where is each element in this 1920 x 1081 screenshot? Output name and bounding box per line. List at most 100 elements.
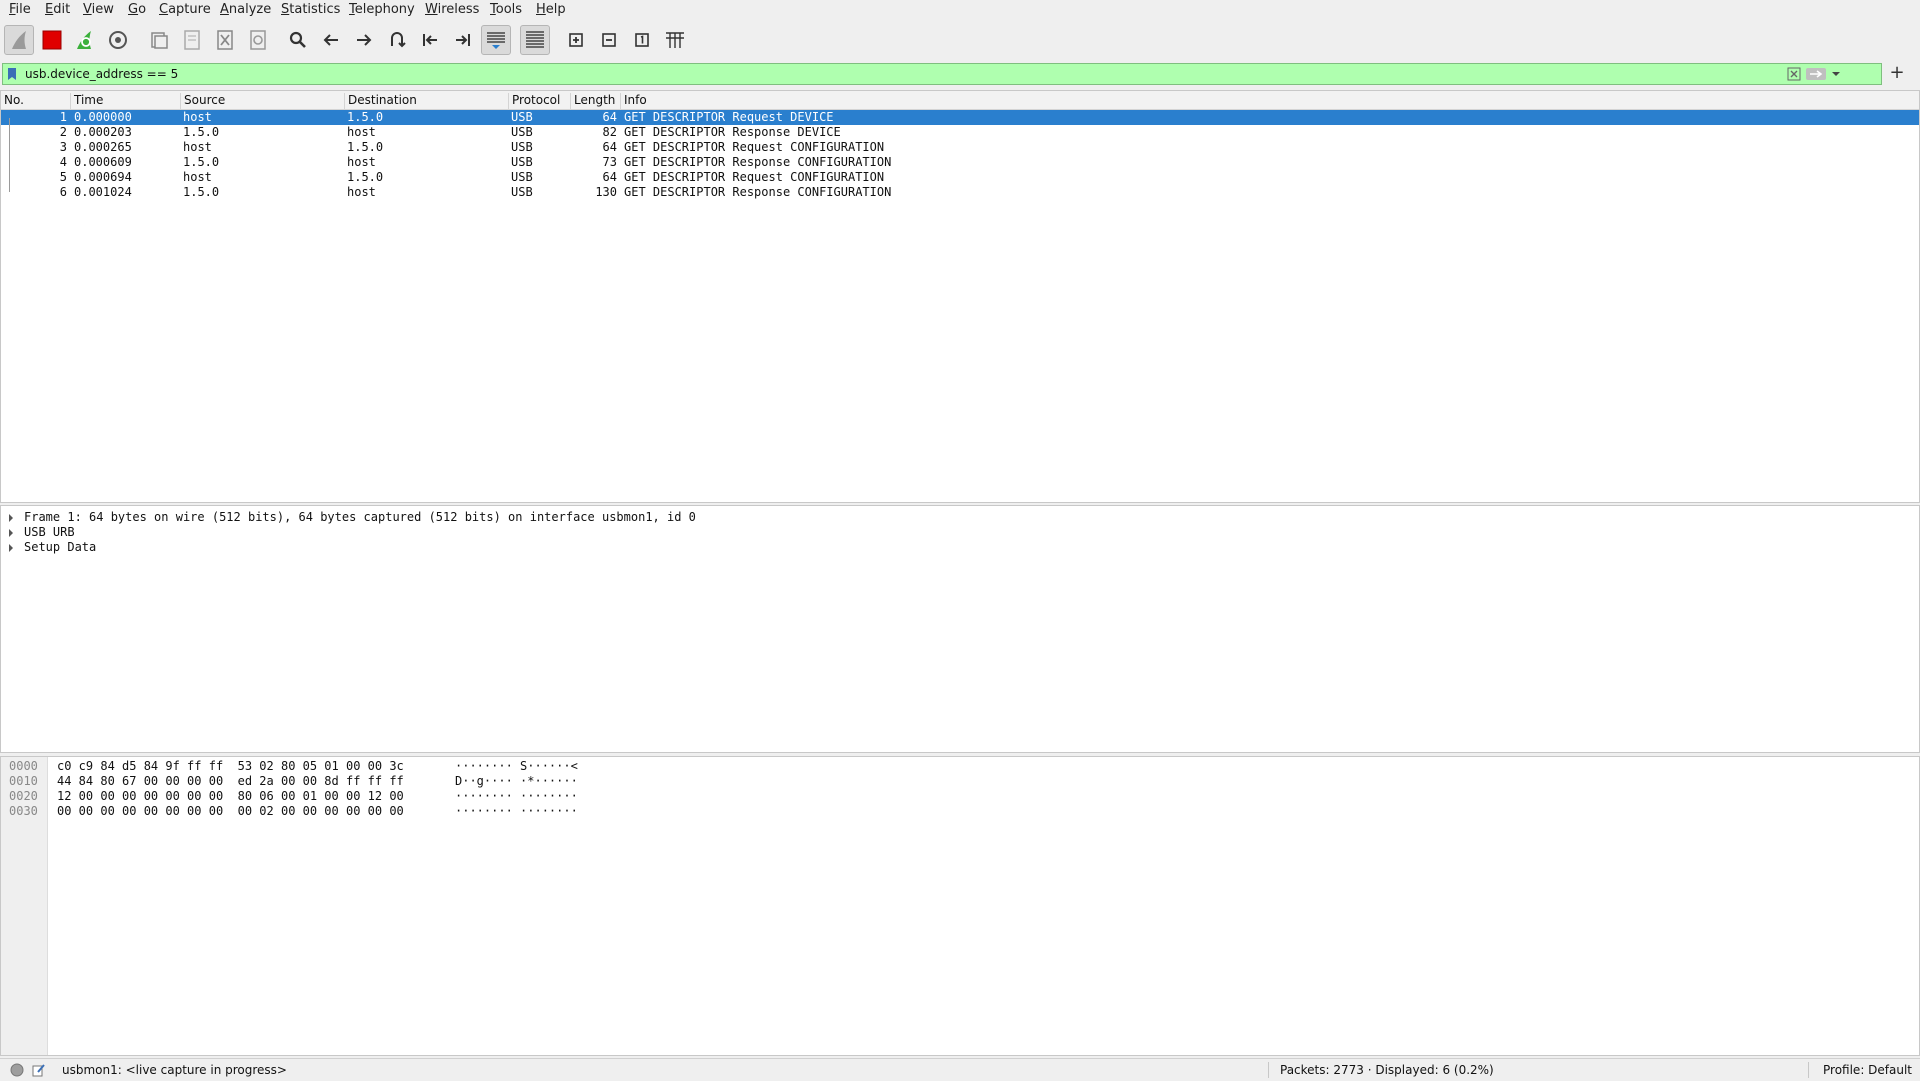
zoom-in-button[interactable] bbox=[561, 25, 591, 55]
apply-filter-icon[interactable] bbox=[1805, 67, 1827, 81]
reload-file-button[interactable] bbox=[243, 25, 273, 55]
column-header-length[interactable]: Length bbox=[571, 93, 621, 109]
stop-capture-icon bbox=[42, 30, 62, 50]
packet-cell-dst: host bbox=[347, 155, 376, 169]
auto-scroll-icon bbox=[487, 32, 505, 49]
packet-cell-dst: 1.5.0 bbox=[347, 170, 384, 184]
open-file-button[interactable] bbox=[144, 25, 174, 55]
detail-frame[interactable]: Frame 1: 64 bytes on wire (512 bits), 64… bbox=[1, 510, 1919, 525]
expert-info-icon[interactable] bbox=[10, 1063, 24, 1077]
column-header-time[interactable]: Time bbox=[71, 93, 181, 109]
go-forward-button[interactable] bbox=[349, 25, 379, 55]
filter-history-dropdown-icon[interactable] bbox=[1831, 67, 1841, 81]
menu-analyze[interactable]: Analyze bbox=[220, 2, 271, 17]
packet-row[interactable]: 2 0.000203 1.5.0 host USB 82 GET DESCRIPTOR Re… bbox=[1, 125, 1919, 140]
zoom-out-button[interactable] bbox=[594, 25, 624, 55]
display-filter-input[interactable]: usb.device_address == 5 bbox=[25, 67, 178, 81]
display-filter-bar[interactable]: usb.device_address == 5 bbox=[2, 63, 1882, 85]
packet-row[interactable]: 4 0.000609 1.5.0 host USB 73 GET DESCRIPTOR Re… bbox=[1, 155, 1919, 170]
bytes-hex[interactable]: c0 c9 84 d5 84 9f ff ff 53 02 80 05 01 0… bbox=[57, 759, 404, 774]
menu-tools[interactable]: Tools bbox=[490, 2, 522, 17]
clear-filter-icon[interactable] bbox=[1787, 67, 1801, 81]
bytes-ascii[interactable]: ········ ········ bbox=[455, 789, 578, 804]
packet-cell-time: 0.000609 bbox=[74, 155, 132, 169]
bytes-hex[interactable]: 44 84 80 67 00 00 00 00 ed 2a 00 00 8d f… bbox=[57, 774, 404, 789]
bytes-ascii[interactable]: ········ ········ bbox=[455, 804, 578, 819]
packet-row[interactable]: 3 0.000265 host 1.5.0 USB 64 GET DESCRIPTOR Re… bbox=[1, 140, 1919, 155]
packet-cell-src: host bbox=[183, 140, 212, 154]
packet-row[interactable]: 1 0.000000 host 1.5.0 USB 64 GET DESCRIPTOR Re… bbox=[1, 110, 1919, 125]
packet-cell-no: 4 bbox=[59, 155, 67, 169]
go-back-button[interactable] bbox=[316, 25, 346, 55]
add-filter-button-icon[interactable]: + bbox=[1886, 62, 1908, 84]
resize-columns-icon bbox=[666, 32, 684, 48]
packet-cell-time: 0.000203 bbox=[74, 125, 132, 139]
zoom-in-icon bbox=[569, 33, 583, 47]
status-separator bbox=[1808, 1062, 1809, 1078]
packet-row[interactable]: 5 0.000694 host 1.5.0 USB 64 GET DESCRIPTOR Re… bbox=[1, 170, 1919, 185]
bytes-ascii[interactable]: ········ S······< bbox=[455, 759, 578, 774]
menu-wireless[interactable]: Wireless bbox=[425, 2, 479, 17]
menu-capture[interactable]: Capture bbox=[159, 2, 211, 17]
bookmark-icon[interactable] bbox=[7, 67, 17, 81]
capture-options-button[interactable] bbox=[103, 25, 133, 55]
packet-cell-proto: USB bbox=[511, 125, 533, 139]
normal-size-button[interactable] bbox=[627, 25, 657, 55]
first-packet-button[interactable] bbox=[415, 25, 445, 55]
start-capture-button[interactable] bbox=[4, 25, 34, 55]
packet-cell-len: 73 bbox=[602, 155, 617, 169]
resize-columns-button[interactable] bbox=[660, 25, 690, 55]
menu-view[interactable]: View bbox=[83, 2, 114, 17]
status-bar: usbmon1: <live capture in progress> Pack… bbox=[0, 1058, 1920, 1081]
bytes-offset: 0030 bbox=[9, 804, 38, 818]
profile-text[interactable]: Profile: Default bbox=[1823, 1063, 1912, 1077]
find-packet-icon bbox=[289, 31, 306, 48]
open-file-icon bbox=[151, 32, 168, 49]
column-header-source[interactable]: Source bbox=[181, 93, 345, 109]
capture-status-text: usbmon1: <live capture in progress> bbox=[62, 1063, 287, 1077]
capture-comment-icon[interactable] bbox=[32, 1063, 46, 1077]
packet-cell-proto: USB bbox=[511, 185, 533, 199]
packet-cell-proto: USB bbox=[511, 140, 533, 154]
menu-help[interactable]: Help bbox=[536, 2, 566, 17]
packet-cell-proto: USB bbox=[511, 155, 533, 169]
bytes-hex[interactable]: 12 00 00 00 00 00 00 00 80 06 00 01 00 0… bbox=[57, 789, 404, 804]
expand-arrow-icon[interactable] bbox=[9, 514, 13, 522]
column-header-destination[interactable]: Destination bbox=[345, 93, 509, 109]
expand-arrow-icon[interactable] bbox=[9, 544, 13, 552]
column-header-protocol[interactable]: Protocol bbox=[509, 93, 571, 109]
first-packet-icon bbox=[423, 34, 437, 46]
packet-row[interactable]: 6 0.001024 1.5.0 host USB 130 GET DESCRIPTOR R… bbox=[1, 185, 1919, 200]
detail-setup-data[interactable]: Setup Data bbox=[1, 540, 1919, 555]
packet-count-text: Packets: 2773 · Displayed: 6 (0.2%) bbox=[1280, 1063, 1494, 1077]
menu-edit[interactable]: Edit bbox=[45, 2, 70, 17]
packet-cell-dst: 1.5.0 bbox=[347, 110, 384, 124]
menu-go[interactable]: Go bbox=[128, 2, 146, 17]
packet-cell-time: 0.000694 bbox=[74, 170, 132, 184]
stop-capture-button[interactable] bbox=[37, 25, 67, 55]
packet-list-header: No. Time Source Destination Protocol Len… bbox=[1, 91, 1919, 110]
save-file-button[interactable] bbox=[177, 25, 207, 55]
expand-arrow-icon[interactable] bbox=[9, 529, 13, 537]
packet-cell-src: 1.5.0 bbox=[183, 155, 220, 169]
restart-capture-button[interactable] bbox=[70, 25, 100, 55]
bytes-ascii[interactable]: D··g···· ·*······ bbox=[455, 774, 578, 789]
packet-cell-dst: host bbox=[347, 185, 376, 199]
detail-usb-urb[interactable]: USB URB bbox=[1, 525, 1919, 540]
find-packet-button[interactable] bbox=[283, 25, 313, 55]
detail-label: USB URB bbox=[24, 525, 75, 539]
bytes-hex[interactable]: 00 00 00 00 00 00 00 00 00 02 00 00 00 0… bbox=[57, 804, 404, 819]
menu-file[interactable]: File bbox=[9, 2, 31, 17]
menu-telephony[interactable]: Telephony bbox=[349, 2, 415, 17]
zoom-out-icon bbox=[602, 33, 616, 47]
column-header-info[interactable]: Info bbox=[621, 93, 1919, 109]
go-to-packet-button[interactable] bbox=[382, 25, 412, 55]
last-packet-icon bbox=[456, 34, 470, 46]
column-header-no[interactable]: No. bbox=[1, 93, 71, 109]
menu-statistics[interactable]: Statistics bbox=[281, 2, 340, 17]
packet-cell-no: 5 bbox=[59, 170, 67, 184]
auto-scroll-button[interactable] bbox=[481, 25, 511, 55]
colorize-button[interactable] bbox=[520, 25, 550, 55]
close-file-button[interactable] bbox=[210, 25, 240, 55]
last-packet-button[interactable] bbox=[448, 25, 478, 55]
